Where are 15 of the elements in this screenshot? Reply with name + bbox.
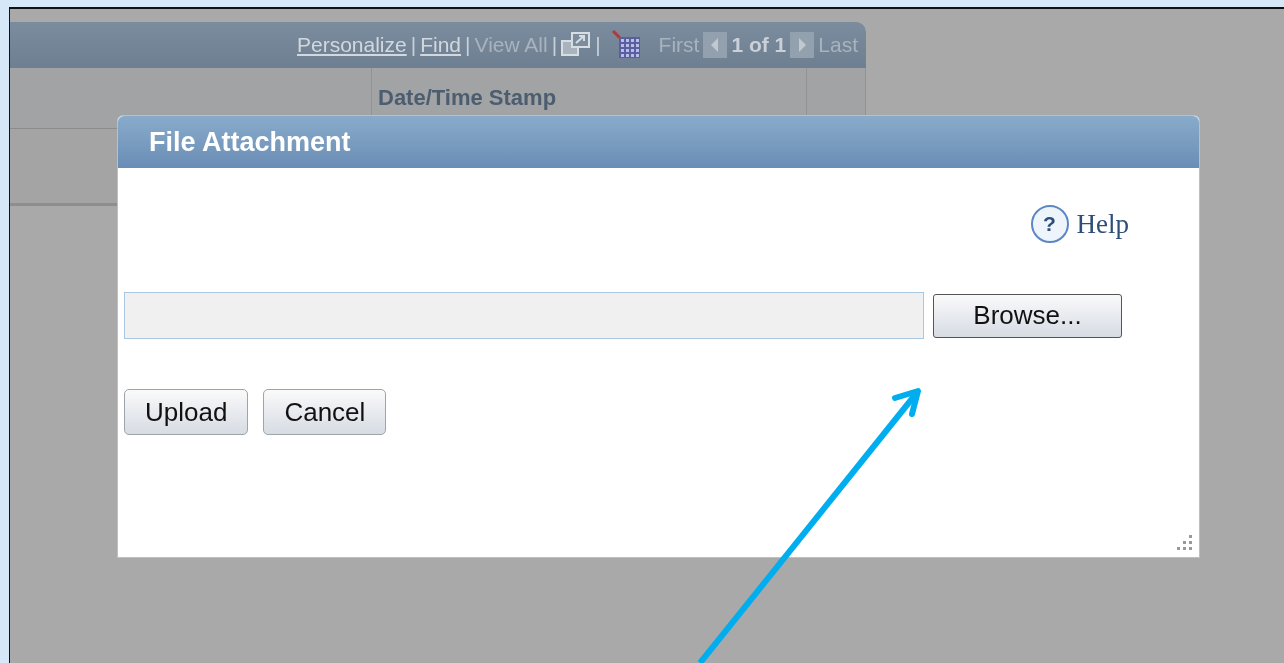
file-path-field[interactable] bbox=[124, 292, 924, 339]
separator: | bbox=[410, 33, 417, 57]
dialog-button[interactable]: Cancel bbox=[263, 389, 387, 435]
separator: | bbox=[595, 33, 601, 57]
help-link[interactable]: Help bbox=[1076, 208, 1129, 240]
help-icon[interactable]: ? bbox=[1030, 205, 1069, 243]
page-counter: 1 of 1 bbox=[731, 33, 787, 57]
browse-button[interactable]: Browse... bbox=[933, 293, 1122, 338]
column-header: Date/Time Stamp bbox=[378, 85, 557, 111]
grid-icon[interactable] bbox=[610, 30, 641, 60]
separator: | bbox=[551, 33, 558, 57]
separator: | bbox=[465, 33, 471, 57]
dialog-title: File Attachment bbox=[149, 126, 351, 158]
dialog-button[interactable]: Upload bbox=[124, 389, 249, 435]
popout-icon[interactable] bbox=[561, 32, 592, 58]
